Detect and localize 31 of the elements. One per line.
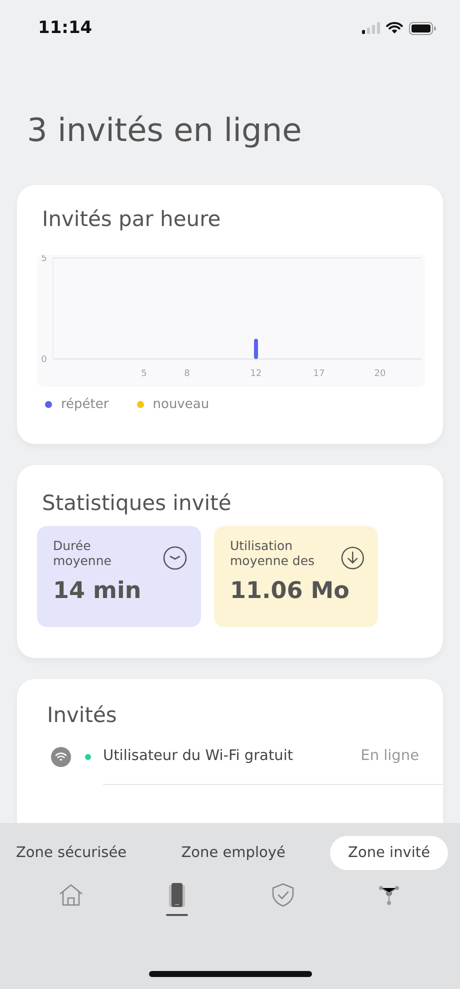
wifi-icon (386, 22, 403, 34)
zone-tab[interactable]: Zone invité (330, 836, 448, 870)
card-title: Invités par heure (41, 206, 222, 233)
stat-value: 14 min (53, 578, 142, 604)
stat-label: Durée moyenne (53, 538, 112, 568)
card-title: Invités (46, 702, 118, 729)
stat-value: 11.06 Mo (230, 578, 350, 604)
guest-status: En ligne (360, 748, 419, 764)
x-tick-label: 12 (250, 369, 262, 379)
download-icon (340, 546, 364, 570)
x-tick-label: 5 (141, 369, 147, 379)
signal-icon (362, 22, 380, 34)
guest-name[interactable]: Utilisateur du Wi-Fi gratuit (103, 748, 294, 764)
x-tick-label: 20 (374, 369, 386, 379)
shield-icon (270, 882, 296, 908)
clock-icon (163, 546, 187, 570)
zone-tab[interactable]: Zone employé (171, 836, 296, 870)
battery-icon (409, 22, 436, 34)
home-icon (58, 882, 84, 908)
x-tick-label: 8 (184, 369, 190, 379)
status-time: 11:14 (38, 18, 92, 38)
stat-label: Utilisation moyenne des (230, 538, 316, 568)
legend-label: répéter (61, 397, 109, 412)
page-title: 3 invités en ligne (27, 110, 303, 150)
card-title: Statistiques invité (41, 490, 232, 517)
legend-label: nouveau (152, 397, 210, 412)
chart-bar (254, 338, 258, 359)
x-tick-label: 17 (313, 369, 325, 379)
wifi-icon (51, 746, 71, 766)
zone-tab[interactable]: Zone sécurisée (6, 836, 137, 870)
y-tick-label: 0 (41, 355, 47, 365)
